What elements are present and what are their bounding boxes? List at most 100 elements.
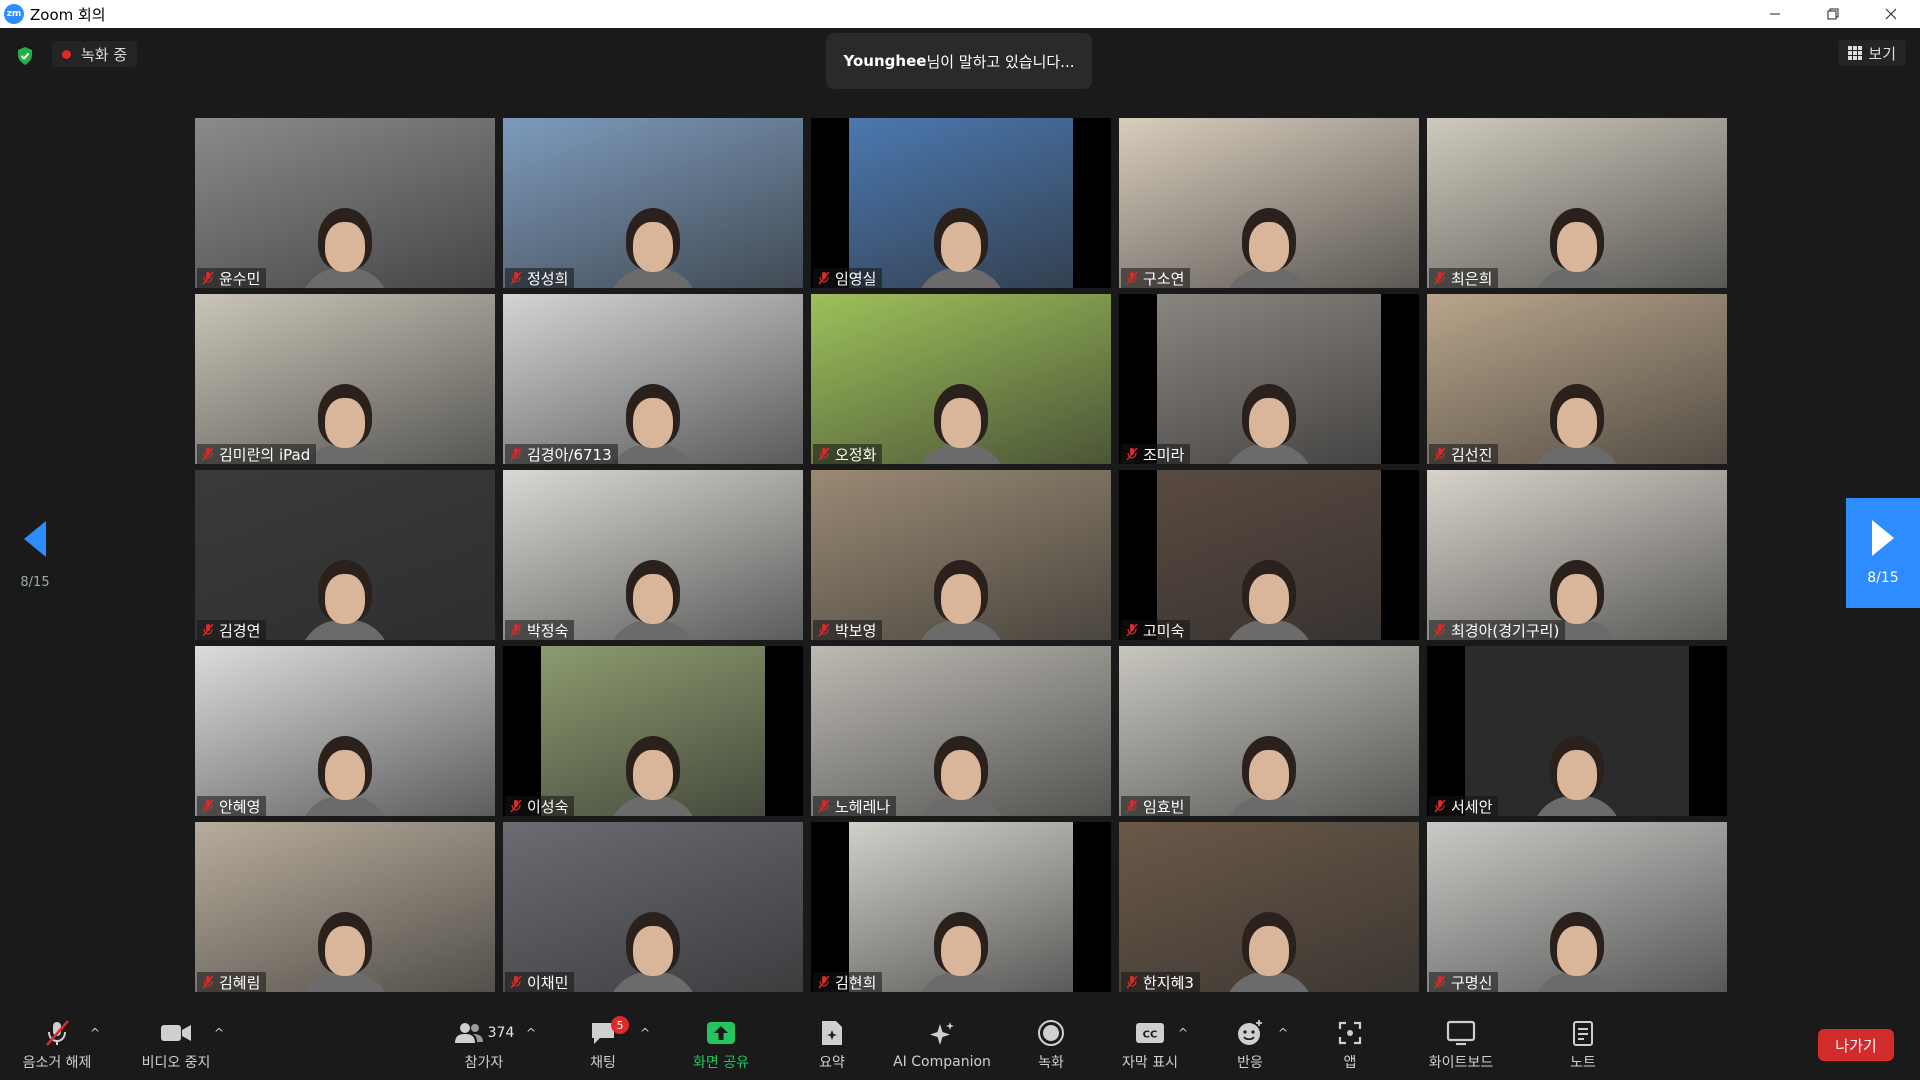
mic-muted-icon xyxy=(1433,623,1447,637)
participant-tile[interactable]: 김경연 xyxy=(195,470,495,640)
participant-name-tag: 김혜림 xyxy=(197,972,267,992)
recording-dot-icon xyxy=(62,49,71,59)
participant-tile[interactable]: 구소연 xyxy=(1119,118,1419,288)
window-title: Zoom 회의 xyxy=(30,5,106,24)
participants-button[interactable]: 374 참가자 xyxy=(436,1010,532,1080)
participant-name-tag: 박보영 xyxy=(813,620,883,640)
mic-muted-icon xyxy=(1433,799,1447,813)
apps-button[interactable]: 앱 xyxy=(1322,1010,1378,1080)
minimize-icon xyxy=(1770,13,1780,15)
participant-tile[interactable]: 최은희 xyxy=(1427,118,1727,288)
participant-name-tag: 노헤레나 xyxy=(813,796,897,816)
minimize-button[interactable] xyxy=(1746,0,1804,28)
record-button[interactable]: 녹화 xyxy=(1024,1010,1078,1080)
chat-options-caret-icon[interactable]: ^ xyxy=(640,1026,650,1040)
whiteboard-label: 화이트보드 xyxy=(1428,1055,1494,1071)
participant-video xyxy=(811,294,1111,464)
participant-tile[interactable]: 이성숙 xyxy=(503,646,803,816)
participant-tile[interactable]: 정성희 xyxy=(503,118,803,288)
reactions-button[interactable]: 반응 xyxy=(1220,1010,1280,1080)
participant-name-tag: 이성숙 xyxy=(505,796,575,816)
participant-tile[interactable]: 이채민 xyxy=(503,822,803,992)
participant-tile[interactable]: 김선진 xyxy=(1427,294,1727,464)
participant-tile[interactable]: 한지혜3 xyxy=(1119,822,1419,992)
participant-silhouette xyxy=(916,384,1006,464)
captions-options-caret-icon[interactable]: ^ xyxy=(1178,1026,1188,1040)
mic-muted-icon xyxy=(46,1020,69,1046)
window-controls xyxy=(1746,0,1920,28)
video-options-caret-icon[interactable]: ^ xyxy=(214,1026,224,1040)
participant-video xyxy=(811,646,1111,816)
participant-silhouette xyxy=(1224,912,1314,992)
participant-tile[interactable]: 윤수민 xyxy=(195,118,495,288)
summary-document-icon xyxy=(822,1021,842,1045)
ai-companion-button[interactable]: AI Companion xyxy=(880,1010,1004,1080)
participant-tile[interactable]: 김혜림 xyxy=(195,822,495,992)
reactions-options-caret-icon[interactable]: ^ xyxy=(1278,1026,1288,1040)
captions-button[interactable]: CC 자막 표시 xyxy=(1112,1010,1188,1080)
participant-tile[interactable]: 조미라 xyxy=(1119,294,1419,464)
participants-options-caret-icon[interactable]: ^ xyxy=(526,1026,536,1040)
participant-name: 임효빈 xyxy=(1143,797,1185,816)
audio-options-caret-icon[interactable]: ^ xyxy=(90,1026,100,1040)
participant-tile[interactable]: 고미숙 xyxy=(1119,470,1419,640)
share-screen-button[interactable]: 화면 공유 xyxy=(676,1010,766,1080)
participant-silhouette xyxy=(1224,560,1314,640)
mic-muted-icon xyxy=(509,271,523,285)
participant-video xyxy=(811,470,1111,640)
mic-muted-icon xyxy=(1433,975,1447,989)
participant-video xyxy=(1465,646,1689,816)
participant-tile[interactable]: 임영실 xyxy=(811,118,1111,288)
mic-muted-icon xyxy=(1125,799,1139,813)
participant-name: 김경연 xyxy=(219,621,261,640)
participant-tile[interactable]: 박보영 xyxy=(811,470,1111,640)
stop-video-button[interactable]: 비디오 중지 xyxy=(128,1010,224,1080)
participant-tile[interactable]: 노헤레나 xyxy=(811,646,1111,816)
participant-name: 조미라 xyxy=(1143,445,1185,464)
previous-page-button[interactable]: 8/15 xyxy=(10,500,60,610)
participant-tile[interactable]: 임효빈 xyxy=(1119,646,1419,816)
close-button[interactable] xyxy=(1862,0,1920,28)
participant-name-tag: 임영실 xyxy=(813,268,883,288)
participant-silhouette xyxy=(608,208,698,288)
summary-button[interactable]: 요약 xyxy=(804,1010,860,1080)
participant-tile[interactable]: 최경아(경기구리) xyxy=(1427,470,1727,640)
leave-meeting-button[interactable]: 나가기 xyxy=(1818,1029,1894,1061)
participant-name: 김혜림 xyxy=(219,973,261,992)
restore-icon xyxy=(1827,8,1839,20)
participant-name-tag: 정성희 xyxy=(505,268,575,288)
participant-tile[interactable]: 서세안 xyxy=(1427,646,1727,816)
mic-muted-icon xyxy=(201,447,215,461)
participant-name-tag: 한지혜3 xyxy=(1121,972,1200,992)
mic-muted-icon xyxy=(817,447,831,461)
participant-name: 안혜영 xyxy=(219,797,261,816)
participant-tile[interactable]: 구명신 xyxy=(1427,822,1727,992)
participants-label: 참가자 xyxy=(464,1055,504,1071)
whiteboard-button[interactable]: 화이트보드 xyxy=(1408,1010,1514,1080)
mic-muted-icon xyxy=(509,447,523,461)
participant-tile[interactable]: 오정화 xyxy=(811,294,1111,464)
participant-video xyxy=(1427,294,1727,464)
participant-tile[interactable]: 박정숙 xyxy=(503,470,803,640)
next-page-button[interactable]: 8/15 xyxy=(1846,498,1920,608)
participant-name: 윤수민 xyxy=(219,269,261,288)
participant-silhouette xyxy=(916,736,1006,816)
encryption-shield-icon[interactable] xyxy=(12,44,38,68)
notes-button[interactable]: 노트 xyxy=(1556,1010,1610,1080)
ai-companion-label: AI Companion xyxy=(893,1054,991,1070)
participant-video xyxy=(195,118,495,288)
mic-muted-icon xyxy=(509,623,523,637)
recording-label: 녹화 중 xyxy=(81,45,128,64)
unmute-button[interactable]: 음소거 해제 xyxy=(14,1010,100,1080)
participant-silhouette xyxy=(1224,384,1314,464)
participant-tile[interactable]: 안혜영 xyxy=(195,646,495,816)
reactions-label: 반응 xyxy=(1237,1055,1263,1071)
participant-tile[interactable]: 김미란의 iPad xyxy=(195,294,495,464)
recording-indicator[interactable]: 녹화 중 xyxy=(52,41,138,67)
restore-button[interactable] xyxy=(1804,0,1862,28)
participant-name-tag: 이채민 xyxy=(505,972,575,992)
chat-button[interactable]: 5 채팅 xyxy=(570,1010,636,1080)
participant-tile[interactable]: 김현희 xyxy=(811,822,1111,992)
participant-tile[interactable]: 김경아/6713 xyxy=(503,294,803,464)
view-button[interactable]: 보기 xyxy=(1838,40,1906,66)
